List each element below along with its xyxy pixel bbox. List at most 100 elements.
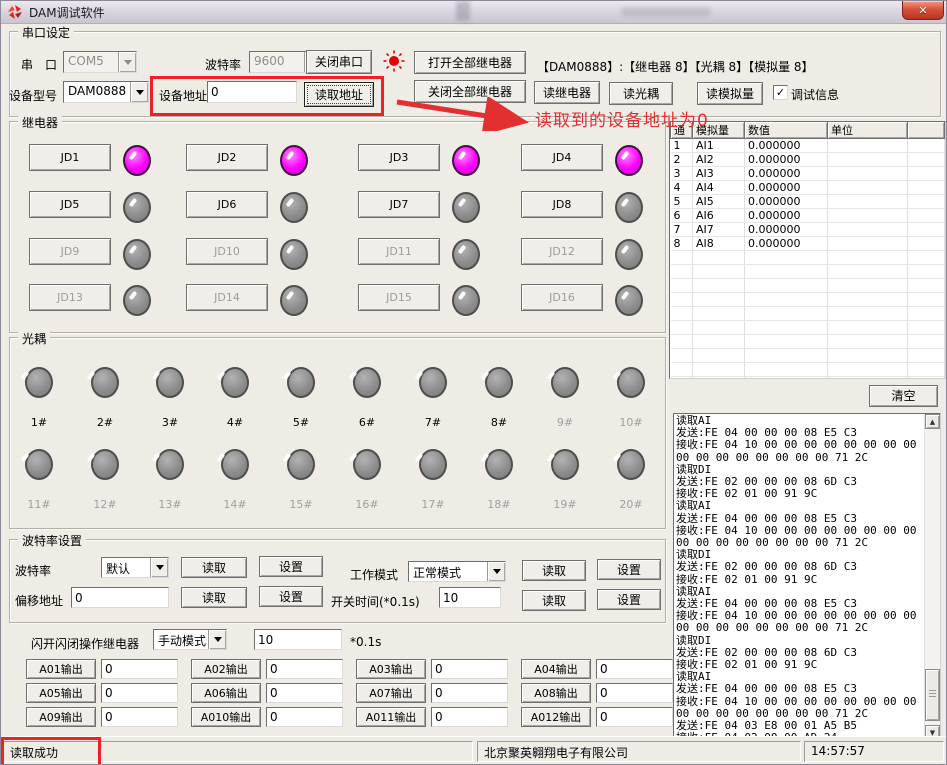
analog-cell: [828, 293, 908, 307]
output-button-A011[interactable]: A011输出: [356, 707, 426, 727]
relay-button-jd15[interactable]: JD15: [358, 284, 440, 311]
relay-button-jd5[interactable]: JD5: [29, 191, 111, 218]
analog-table-row[interactable]: 7AI70.000000: [671, 223, 945, 237]
close-all-relays-button[interactable]: 关闭全部继电器: [414, 80, 526, 103]
analog-cell: AI3: [693, 167, 745, 181]
scroll-thumb[interactable]: [925, 669, 940, 721]
debug-log[interactable]: 读取AI发送:FE 04 00 00 00 08 E5 C3接收:FE 04 1…: [673, 413, 941, 741]
output-input-A03[interactable]: [431, 659, 508, 679]
relay-button-jd11[interactable]: JD11: [358, 238, 440, 265]
baud2-select-value: 默认: [102, 558, 150, 577]
output-input-A04[interactable]: [596, 659, 673, 679]
output-button-A010[interactable]: A010输出: [191, 707, 261, 727]
output-button-A09[interactable]: A09输出: [26, 707, 96, 727]
offset-addr-input[interactable]: [71, 587, 169, 608]
analog-table-row[interactable]: 4AI40.000000: [671, 181, 945, 195]
analog-cell: [908, 167, 945, 181]
read-addr-button[interactable]: 读取地址: [304, 82, 374, 107]
chevron-down-icon[interactable]: [150, 558, 168, 577]
log-scrollbar[interactable]: ▲ ▼: [924, 414, 940, 740]
work-mode-select[interactable]: 正常模式: [408, 561, 506, 582]
switch-time-input[interactable]: [439, 587, 501, 608]
clear-log-button[interactable]: 清空: [869, 385, 938, 407]
output-button-A05[interactable]: A05输出: [26, 683, 96, 703]
relay-button-jd12[interactable]: JD12: [521, 238, 603, 265]
output-input-A08[interactable]: [596, 683, 673, 703]
baud2-select[interactable]: 默认: [101, 557, 169, 578]
port-label: 串 口: [21, 56, 57, 73]
analog-column-header[interactable]: 单位: [828, 122, 908, 139]
scroll-up-button[interactable]: ▲: [925, 414, 940, 429]
close-serial-button[interactable]: 关闭串口: [306, 50, 372, 74]
relay-button-jd1[interactable]: JD1: [29, 144, 111, 171]
relay-button-jd9[interactable]: JD9: [29, 238, 111, 265]
relay-button-jd7[interactable]: JD7: [358, 191, 440, 218]
switch-time-read-button[interactable]: 读取: [522, 590, 586, 611]
output-button-A02[interactable]: A02输出: [191, 659, 261, 679]
offset-addr-label: 偏移地址: [15, 592, 63, 609]
output-input-A012[interactable]: [596, 707, 673, 727]
relay-button-jd3[interactable]: JD3: [358, 144, 440, 171]
debug-info-checkbox[interactable]: ✓: [773, 85, 788, 100]
open-all-relays-button[interactable]: 打开全部继电器: [414, 51, 526, 74]
analog-table-row[interactable]: 5AI50.000000: [671, 195, 945, 209]
analog-cell: [671, 279, 693, 293]
flash-mode-select[interactable]: 手动模式: [153, 629, 227, 650]
output-button-A04[interactable]: A04输出: [521, 659, 591, 679]
analog-column-header[interactable]: [908, 122, 945, 139]
output-button-A012[interactable]: A012输出: [521, 707, 591, 727]
output-input-A09[interactable]: [101, 707, 178, 727]
flash-time-input[interactable]: [254, 629, 342, 650]
output-input-A06[interactable]: [266, 683, 343, 703]
read-analog-button[interactable]: 读模拟量: [697, 82, 763, 105]
output-button-A03[interactable]: A03输出: [356, 659, 426, 679]
analog-table-row[interactable]: 3AI30.000000: [671, 167, 945, 181]
relay-button-jd2[interactable]: JD2: [186, 144, 268, 171]
read-relay-button[interactable]: 读继电器: [534, 81, 600, 104]
device-addr-input[interactable]: [207, 81, 297, 103]
analog-table-row[interactable]: 2AI20.000000: [671, 153, 945, 167]
relay-button-jd13[interactable]: JD13: [29, 284, 111, 311]
offset-set-button[interactable]: 设置: [259, 586, 323, 607]
baud-read-button[interactable]: 读取: [181, 557, 247, 578]
relay-button-jd14[interactable]: JD14: [186, 284, 268, 311]
work-mode-read-button[interactable]: 读取: [522, 560, 586, 581]
output-button-A01[interactable]: A01输出: [26, 659, 96, 679]
relay-button-jd10[interactable]: JD10: [186, 238, 268, 265]
switch-time-set-button[interactable]: 设置: [597, 589, 661, 610]
analog-table-row[interactable]: 6AI60.000000: [671, 209, 945, 223]
work-mode-select-value: 正常模式: [409, 562, 487, 581]
output-button-A08[interactable]: A08输出: [521, 683, 591, 703]
analog-table-header-row: 通模拟量数值单位: [671, 122, 945, 139]
chevron-down-icon[interactable]: [487, 562, 505, 581]
analog-table-row[interactable]: 8AI80.000000: [671, 237, 945, 251]
analog-table-row[interactable]: 1AI10.000000: [671, 139, 945, 153]
work-mode-set-button[interactable]: 设置: [597, 559, 661, 580]
output-button-A07[interactable]: A07输出: [356, 683, 426, 703]
relay-button-jd6[interactable]: JD6: [186, 191, 268, 218]
chevron-down-icon[interactable]: [130, 82, 148, 102]
relay-button-jd8[interactable]: JD8: [521, 191, 603, 218]
relay-button-jd4[interactable]: JD4: [521, 144, 603, 171]
chevron-down-icon[interactable]: [208, 630, 226, 649]
output-input-A05[interactable]: [101, 683, 178, 703]
model-select[interactable]: DAM0888: [63, 81, 149, 103]
output-input-A02[interactable]: [266, 659, 343, 679]
analog-cell: AI7: [693, 223, 745, 237]
port-select[interactable]: COM5: [63, 51, 137, 73]
close-button[interactable]: ✕: [902, 1, 944, 20]
analog-column-header[interactable]: 数值: [745, 122, 828, 139]
output-input-A010[interactable]: [266, 707, 343, 727]
baud-set-button[interactable]: 设置: [259, 556, 323, 577]
output-button-A06[interactable]: A06输出: [191, 683, 261, 703]
read-opto-button[interactable]: 读光耦: [609, 82, 673, 105]
output-input-A01[interactable]: [101, 659, 178, 679]
chevron-down-icon[interactable]: [118, 52, 136, 72]
output-input-A011[interactable]: [431, 707, 508, 727]
analog-table[interactable]: 通模拟量数值单位 1AI10.0000002AI20.0000003AI30.0…: [669, 121, 946, 379]
output-input-A07[interactable]: [431, 683, 508, 703]
titlebar-artifact: [621, 7, 711, 16]
relay-button-jd16[interactable]: JD16: [521, 284, 603, 311]
titlebar[interactable]: DAM调试软件 ✕: [1, 1, 946, 24]
offset-read-button[interactable]: 读取: [181, 587, 247, 608]
